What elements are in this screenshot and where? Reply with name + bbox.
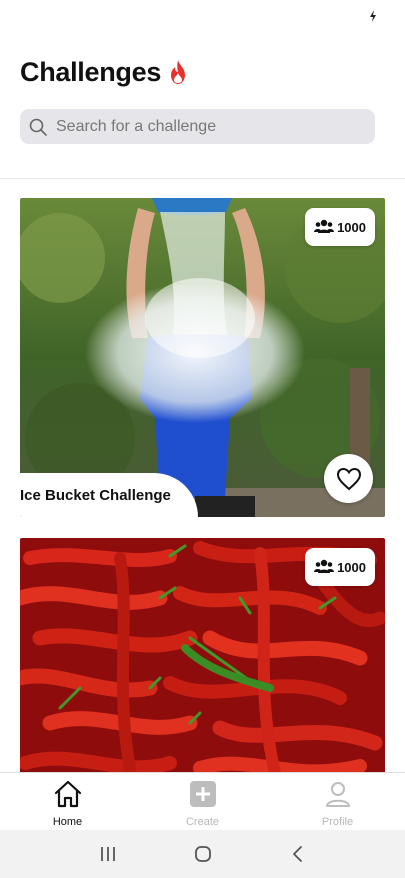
tab-home[interactable]: Home bbox=[0, 773, 135, 830]
system-nav-bar bbox=[0, 830, 405, 878]
home-circle-icon[interactable] bbox=[193, 844, 213, 864]
tab-label: Profile bbox=[321, 816, 354, 828]
search-icon bbox=[29, 118, 47, 136]
search-bar[interactable] bbox=[20, 109, 375, 144]
page-title: Challenges bbox=[20, 56, 162, 87]
charging-icon bbox=[370, 10, 376, 22]
card-title: Ice Bucket Challenge bbox=[20, 486, 171, 504]
recents-icon[interactable] bbox=[98, 844, 118, 864]
plus-square-icon bbox=[189, 781, 216, 807]
challenge-card[interactable]: 1000 bbox=[20, 538, 385, 772]
back-icon[interactable] bbox=[288, 844, 308, 864]
users-icon bbox=[314, 219, 335, 233]
search-input[interactable] bbox=[56, 117, 356, 136]
heart-icon bbox=[336, 467, 361, 490]
user-icon bbox=[325, 782, 350, 807]
participants-badge: 1000 bbox=[305, 548, 375, 586]
tab-label: Create bbox=[185, 816, 220, 828]
status-bar bbox=[0, 0, 405, 34]
tab-create[interactable]: Create bbox=[135, 773, 270, 830]
tab-profile[interactable]: Profile bbox=[270, 773, 405, 830]
bottom-tab-bar: Home Create Profile bbox=[0, 772, 405, 830]
challenge-card[interactable]: 1000 Ice Bucket Challenge bbox=[20, 198, 385, 517]
home-icon bbox=[54, 780, 81, 808]
users-icon bbox=[314, 559, 335, 573]
tab-label: Home bbox=[52, 816, 83, 828]
participants-count: 1000 bbox=[337, 559, 366, 575]
participants-count: 1000 bbox=[337, 219, 366, 235]
participants-badge: 1000 bbox=[305, 208, 375, 246]
fire-icon bbox=[171, 60, 186, 84]
header: Challenges bbox=[20, 52, 385, 92]
card-title-tab: Ice Bucket Challenge bbox=[20, 473, 198, 517]
like-button[interactable] bbox=[324, 454, 373, 503]
challenge-feed[interactable]: 1000 Ice Bucket Challenge 1000 bbox=[0, 179, 405, 772]
